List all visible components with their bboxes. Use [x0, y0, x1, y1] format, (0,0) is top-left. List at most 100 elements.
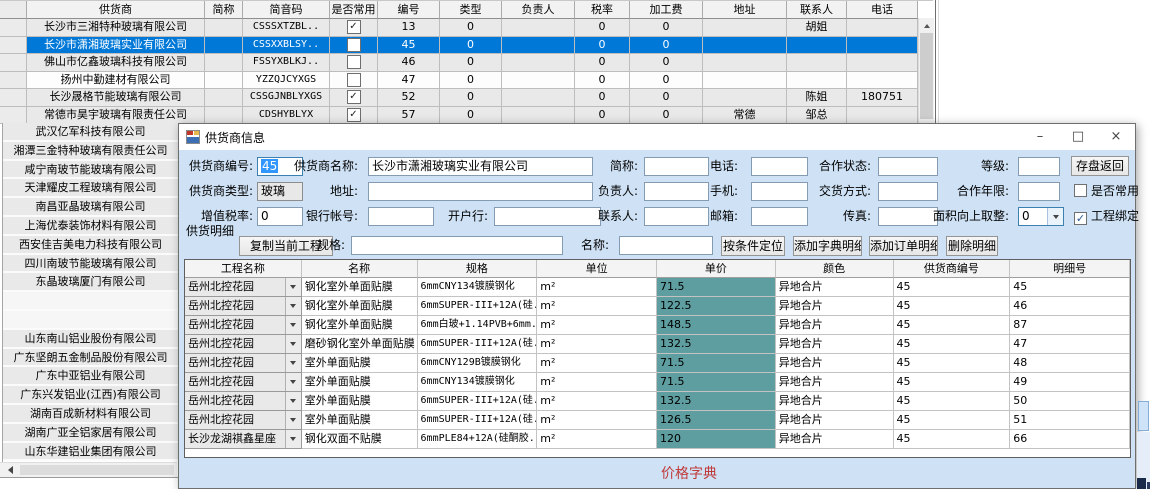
chevron-down-icon[interactable]: [1047, 208, 1063, 225]
grid-row[interactable]: 岳州北控花园室外单面贴膜6mmCNY134镀膜钢化m²71.5异地合片4549: [185, 373, 1130, 392]
project-name-combobox[interactable]: 岳州北控花园: [185, 392, 302, 411]
supplier-name-input[interactable]: 长沙市潇湘玻璃实业有限公司: [368, 157, 593, 176]
grid-row[interactable]: 岳州北控花园室外单面贴膜6mmCNY129B镀膜钢化m²71.5异地合片4548: [185, 354, 1130, 373]
mobile-input[interactable]: [751, 182, 808, 201]
vertical-scrollbar-thumb[interactable]: [920, 33, 933, 119]
supplier-list-item[interactable]: 上海优泰装饰材料有限公司: [3, 217, 178, 236]
common-use-checkbox[interactable]: [1074, 184, 1087, 197]
common-use-checkbox[interactable]: ✓: [347, 90, 361, 104]
chevron-down-icon[interactable]: [285, 316, 301, 334]
grid-column-header[interactable]: 规格: [418, 260, 538, 278]
supplier-list-item[interactable]: 武汉亿军科技有限公司: [3, 123, 178, 142]
column-header[interactable]: 加工费: [630, 1, 703, 19]
column-header[interactable]: 税率: [575, 1, 630, 19]
column-header[interactable]: 电话: [847, 1, 918, 19]
column-header[interactable]: 编号: [378, 1, 440, 19]
scroll-up-icon[interactable]: [919, 18, 934, 33]
project-name-combobox[interactable]: 岳州北控花园: [185, 297, 302, 316]
add-order-detail-button[interactable]: 添加订单明细: [869, 236, 938, 256]
chevron-down-icon[interactable]: [285, 411, 301, 429]
add-dictionary-detail-button[interactable]: 添加字典明细: [793, 236, 862, 256]
supplier-list-item[interactable]: 湘潭三金特种玻璃有限责任公司: [3, 142, 178, 161]
manager-input[interactable]: [644, 182, 709, 201]
bank-account-input[interactable]: [368, 207, 434, 226]
supplier-list-item[interactable]: 广东中亚铝业有限公司: [3, 367, 178, 386]
supplier-list-item[interactable]: 东晶玻璃厦门有限公司: [3, 273, 178, 292]
project-name-combobox[interactable]: 岳州北控花园: [185, 411, 302, 430]
table-row[interactable]: 佛山市亿鑫玻璃科技有限公司FSSYXBLKJ..46000: [0, 54, 918, 72]
chevron-down-icon[interactable]: [285, 392, 301, 410]
supplier-list-item[interactable]: 南昌亚晶玻璃有限公司: [3, 198, 178, 217]
area-round-up-combobox[interactable]: 0: [1018, 207, 1064, 226]
grid-row[interactable]: 岳州北控花园钢化室外单面贴膜6mm白玻+1.14PVB+6mm...m²148.…: [185, 316, 1130, 335]
common-use-checkbox[interactable]: ✓: [347, 20, 361, 34]
common-use-checkbox[interactable]: [347, 73, 361, 87]
common-use-checkbox[interactable]: ✓: [347, 108, 361, 122]
coop-years-input[interactable]: [1018, 182, 1060, 201]
dialog-titlebar[interactable]: 供货商信息 – □ ×: [179, 124, 1135, 150]
project-bind-checkbox[interactable]: ✓: [1074, 212, 1087, 225]
coop-status-input[interactable]: [878, 157, 938, 176]
scroll-left-icon[interactable]: [2, 463, 18, 477]
chevron-down-icon[interactable]: [285, 278, 301, 296]
supplier-list-item[interactable]: 咸宁南玻节能玻璃有限公司: [3, 161, 178, 180]
chevron-down-icon[interactable]: [285, 373, 301, 391]
grid-column-header[interactable]: 颜色: [776, 260, 894, 278]
supplier-list-item[interactable]: 西安佳吉美电力科技有限公司: [3, 236, 178, 255]
grid-column-header[interactable]: 明细号: [1010, 260, 1130, 278]
project-name-combobox[interactable]: 岳州北控花园: [185, 335, 302, 354]
supplier-list-item[interactable]: 广东兴发铝业(江西)有限公司: [3, 386, 178, 405]
column-header[interactable]: 是否常用: [330, 1, 378, 19]
chevron-down-icon[interactable]: [285, 430, 301, 448]
chevron-down-icon[interactable]: [285, 297, 301, 315]
supplier-list-item[interactable]: 天津耀皮工程玻璃有限公司: [3, 179, 178, 198]
contact-input[interactable]: [644, 207, 709, 226]
grade-input[interactable]: [1018, 157, 1060, 176]
grid-row[interactable]: 长沙龙湖祺鑫星座钢化双面不贴膜6mmPLE84+12A(硅酮胶...m²120异…: [185, 430, 1130, 449]
supplier-list-item[interactable]: 山东华建铝业集团有限公司: [3, 443, 178, 462]
minimize-button[interactable]: –: [1021, 124, 1059, 150]
phone-input[interactable]: [751, 157, 808, 176]
column-header[interactable]: 简称: [205, 1, 243, 19]
abbr-input[interactable]: [644, 157, 709, 176]
grid-column-header[interactable]: 单位: [537, 260, 657, 278]
table-row[interactable]: 扬州中勤建材有限公司YZZQJCYXGS47000: [0, 72, 918, 90]
grid-column-header[interactable]: 名称: [302, 260, 418, 278]
spec-filter-input[interactable]: [351, 236, 563, 255]
column-header[interactable]: 联系人: [787, 1, 847, 19]
grid-row[interactable]: 岳州北控花园磨砂钢化室外单面贴膜6mmSUPER-III+12A(硅...m²1…: [185, 335, 1130, 354]
supplier-list-item[interactable]: 湖南广亚全铝家居有限公司: [3, 424, 178, 443]
grid-row[interactable]: 岳州北控花园钢化室外单面贴膜6mmSUPER-III+12A(硅...m²122…: [185, 297, 1130, 316]
address-input[interactable]: [368, 182, 593, 201]
table-row[interactable]: 长沙市潇湘玻璃实业有限公司CSSXXBLSY..45000: [0, 37, 918, 55]
bank-branch-input[interactable]: [494, 207, 601, 226]
supplier-list-item[interactable]: 山东南山铝业股份有限公司: [3, 330, 178, 349]
common-use-checkbox[interactable]: [347, 55, 361, 69]
supplier-list-item[interactable]: 四川南玻节能玻璃有限公司: [3, 255, 178, 274]
grid-row[interactable]: 岳州北控花园室外单面贴膜6mmSUPER-III+12A(硅...m²126.5…: [185, 411, 1130, 430]
common-use-checkbox[interactable]: [347, 38, 361, 52]
project-name-combobox[interactable]: 岳州北控花园: [185, 354, 302, 373]
grid-column-header[interactable]: 工程名称: [185, 260, 302, 278]
supplier-list-item[interactable]: 湖南百成新材料有限公司: [3, 405, 178, 424]
project-name-combobox[interactable]: 岳州北控花园: [185, 316, 302, 335]
horizontal-scrollbar-thumb[interactable]: [20, 465, 174, 475]
supplier-list-item[interactable]: [3, 292, 178, 311]
supplier-type-input[interactable]: 玻璃: [257, 182, 303, 201]
project-bind-checkbox-field[interactable]: ✓工程绑定: [1074, 207, 1139, 226]
column-header[interactable]: 供货商: [27, 1, 205, 19]
close-button[interactable]: ×: [1097, 124, 1135, 150]
supplier-list-item[interactable]: 广东坚朗五金制品股份有限公司: [3, 349, 178, 368]
project-name-combobox[interactable]: 岳州北控花园: [185, 278, 302, 297]
locate-by-condition-button[interactable]: 按条件定位: [721, 236, 785, 256]
grid-row[interactable]: 岳州北控花园钢化室外单面贴膜6mmCNY134镀膜钢化m²71.5异地合片454…: [185, 278, 1130, 297]
supplier-list-item[interactable]: [3, 311, 178, 330]
column-header[interactable]: 类型: [440, 1, 502, 19]
table-row[interactable]: 长沙市三湘特种玻璃有限公司CSSSXTZBL..✓13000胡姐: [0, 19, 918, 37]
table-row[interactable]: 长沙晟格节能玻璃有限公司CSSGJNBLYXGS✓52000陈姐180751: [0, 89, 918, 107]
email-input[interactable]: [751, 207, 808, 226]
chevron-down-icon[interactable]: [285, 354, 301, 372]
vat-rate-input[interactable]: 0: [257, 207, 303, 226]
column-header[interactable]: 简音码: [243, 1, 330, 19]
column-header[interactable]: 负责人: [502, 1, 575, 19]
